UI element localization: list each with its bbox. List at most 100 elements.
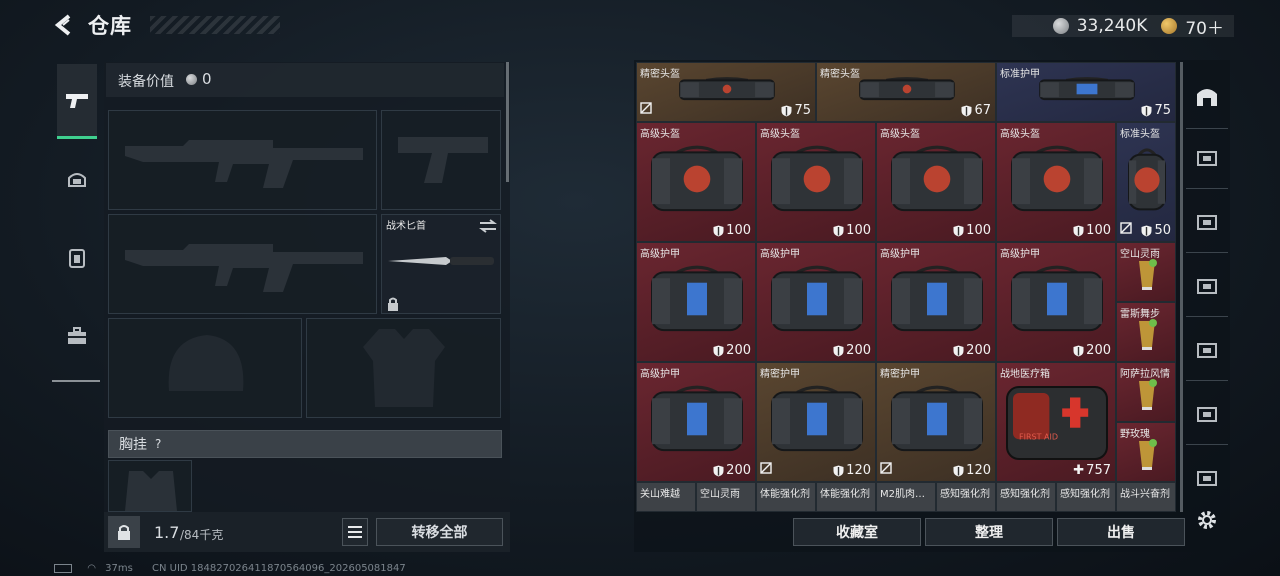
wifi-icon: ◠: [87, 563, 96, 574]
secondary-weapon-slot[interactable]: [108, 214, 377, 314]
item-value-text: 75: [794, 103, 811, 118]
knife-slot[interactable]: 战术匕首: [381, 214, 501, 314]
inventory-item[interactable]: 战地医疗箱 FIRST AID ✚ 757: [996, 362, 1116, 482]
storage-iv-add-icon[interactable]: [1190, 204, 1224, 238]
storage-iii-icon[interactable]: [1190, 332, 1224, 366]
equipment-value: 0: [202, 70, 212, 88]
storage-box-icon: [1197, 89, 1217, 106]
armor-shield-icon: [781, 105, 792, 116]
inventory-item[interactable]: 战斗兴奋剂: [1116, 482, 1176, 512]
inventory-item[interactable]: 精密护甲 120: [756, 362, 876, 482]
storage-box-icon: [1197, 471, 1217, 486]
tab-backpack[interactable]: [57, 300, 97, 372]
storage-iii-icon[interactable]: [1190, 396, 1224, 430]
item-value-text: 100: [726, 223, 751, 238]
item-name: 空山灵雨: [700, 489, 740, 500]
inventory-item[interactable]: 标准头盔 50: [1116, 122, 1176, 242]
helmet-bag-icon: [1011, 145, 1103, 212]
item-art: [1007, 262, 1107, 340]
container-icon[interactable]: [1190, 80, 1224, 114]
silver-coin-icon: [186, 74, 197, 85]
inventory-scrollbar[interactable]: [1180, 62, 1183, 512]
collection-button[interactable]: 收藏室: [793, 518, 921, 546]
drink-glass-icon: [1139, 259, 1157, 290]
inventory-item[interactable]: 标准护甲 75: [996, 62, 1176, 122]
armor-shield-icon: [713, 225, 724, 236]
inventory-item[interactable]: 关山难越: [636, 482, 696, 512]
inventory-item[interactable]: 高级护甲 200: [756, 242, 876, 362]
inventory-item[interactable]: 体能强化剂: [816, 482, 876, 512]
inventory-item[interactable]: 感知强化剂: [996, 482, 1056, 512]
item-name: 战地医疗箱: [1000, 369, 1050, 380]
equipment-category-tabs: [52, 60, 100, 382]
combat-knife-icon: [388, 257, 494, 265]
assault-rifle-icon: [125, 140, 363, 188]
storage-iii-icon[interactable]: [1190, 460, 1224, 494]
inventory-item[interactable]: 精密头盔 67: [816, 62, 996, 122]
item-name: 标准头盔: [1120, 129, 1160, 140]
armor-shield-icon: [713, 465, 724, 476]
armor-slot[interactable]: [306, 318, 501, 418]
storage-iv-icon[interactable]: [1190, 140, 1224, 174]
back-arrow-icon: [54, 14, 71, 36]
inventory-item[interactable]: 高级护甲 200: [636, 242, 756, 362]
chest-rig-slot[interactable]: [108, 460, 192, 512]
inventory-item[interactable]: 高级头盔 100: [876, 122, 996, 242]
equipment-scrollbar[interactable]: [506, 62, 509, 182]
inventory-item[interactable]: 感知强化剂: [1056, 482, 1116, 512]
item-name: 体能强化剂: [760, 489, 810, 500]
inventory-item[interactable]: 感知强化剂: [936, 482, 996, 512]
inventory-item[interactable]: 高级护甲 200: [996, 242, 1116, 362]
inventory-item[interactable]: 高级头盔 100: [996, 122, 1116, 242]
armor-shield-icon: [953, 465, 964, 476]
inventory-item[interactable]: 空山灵雨: [1116, 242, 1176, 302]
tab-helmet[interactable]: [57, 144, 97, 216]
pistol-slot[interactable]: [381, 110, 501, 210]
drink-glass-icon: [1139, 319, 1157, 350]
gear-icon: [1198, 511, 1216, 529]
first-aid-kit-icon: FIRST AID: [1006, 386, 1108, 460]
item-name: 高级护甲: [880, 249, 920, 260]
inventory-item[interactable]: 高级护甲 200: [636, 362, 756, 482]
inventory-item[interactable]: 精密头盔 75: [636, 62, 816, 122]
inventory-item[interactable]: 阿萨拉风情: [1116, 362, 1176, 422]
item-art: [647, 262, 747, 340]
weight-lock-button[interactable]: [108, 516, 140, 548]
inventory-item[interactable]: 高级头盔 100: [756, 122, 876, 242]
armor-shield-icon: [833, 225, 844, 236]
item-art: [675, 77, 779, 105]
inventory-grid: 精密头盔 75 精密头盔 67 标准护甲 75 高级头盔 100 高级头盔 100 高级头盔 100 高…: [636, 62, 1178, 512]
inventory-item[interactable]: 野玫瑰: [1116, 422, 1176, 482]
silver-coin-icon: [1052, 18, 1069, 34]
silver-amount: 33,240K: [1076, 16, 1148, 36]
list-view-button[interactable]: [342, 518, 368, 546]
inventory-item[interactable]: 雷斯舞步: [1116, 302, 1176, 362]
inventory-item[interactable]: 空山灵雨: [696, 482, 756, 512]
chest-rig-label: 胸挂: [119, 437, 147, 453]
armor-shield-icon: [1141, 105, 1152, 116]
inventory-item[interactable]: 高级护甲 200: [876, 242, 996, 362]
swap-icon[interactable]: [479, 219, 497, 233]
sell-button[interactable]: 出售: [1057, 518, 1185, 546]
helmet-bag-icon: [1128, 148, 1166, 211]
help-icon[interactable]: ?: [155, 437, 161, 451]
armor-bag-icon: [891, 265, 983, 332]
equipment-value-label: 装备价值: [118, 74, 174, 90]
inventory-item[interactable]: M2肌肉…: [876, 482, 936, 512]
item-name: 精密护甲: [760, 369, 800, 380]
inventory-item[interactable]: 精密护甲 120: [876, 362, 996, 482]
item-name: 感知强化剂: [1000, 489, 1050, 500]
tab-armor[interactable]: [57, 222, 97, 294]
inventory-item[interactable]: 体能强化剂: [756, 482, 816, 512]
back-button[interactable]: [50, 10, 80, 40]
item-value-text: 100: [846, 223, 871, 238]
settings-button[interactable]: [1190, 503, 1224, 537]
storage-v-icon[interactable]: [1190, 268, 1224, 302]
inventory-item[interactable]: 高级头盔 100: [636, 122, 756, 242]
primary-weapon-slot[interactable]: [108, 110, 377, 210]
tab-weapons[interactable]: [57, 64, 97, 139]
sort-button[interactable]: 整理: [925, 518, 1053, 546]
helmet-silhouette-icon: [168, 335, 244, 391]
transfer-all-button[interactable]: 转移全部: [376, 518, 503, 546]
helmet-slot[interactable]: [108, 318, 302, 418]
